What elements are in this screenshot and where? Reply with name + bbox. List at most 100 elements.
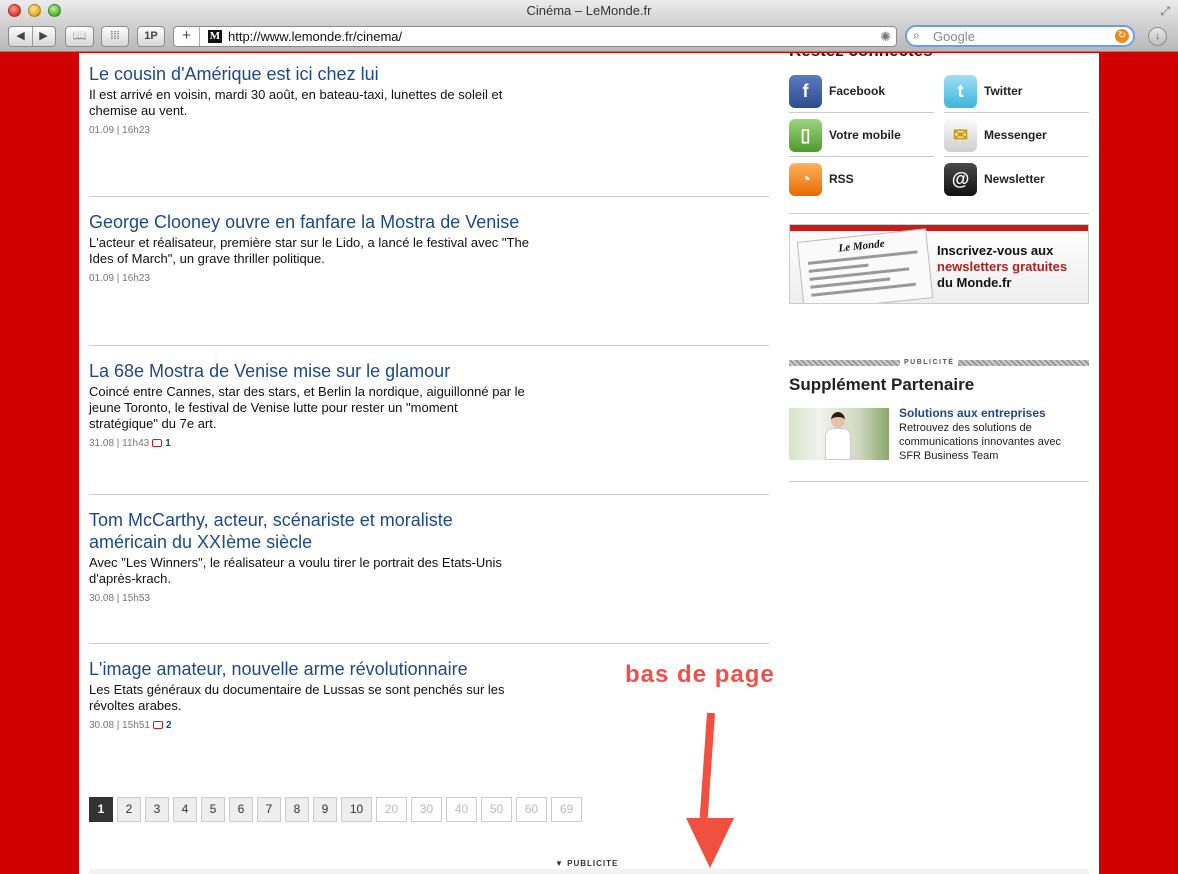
social-label: Newsletter bbox=[984, 172, 1045, 186]
article-divider bbox=[89, 494, 769, 495]
social-messenger-link[interactable]: ✉ Messenger bbox=[944, 113, 1089, 157]
comment-count[interactable]: 1 bbox=[165, 438, 171, 449]
social-twitter-link[interactable]: t Twitter bbox=[944, 69, 1089, 113]
annotation-text: bas de page bbox=[625, 661, 775, 688]
rss-icon: ◔ bbox=[789, 163, 822, 196]
page-link[interactable]: 8 bbox=[285, 797, 309, 822]
page-link[interactable]: 10 bbox=[341, 797, 372, 822]
page-link[interactable]: 9 bbox=[313, 797, 337, 822]
banner-line-3: du Monde.fr bbox=[937, 275, 1012, 290]
top-sites-button[interactable]: ⁞⁞⁞ bbox=[101, 26, 129, 47]
back-button[interactable]: ◀ bbox=[10, 27, 32, 46]
supplement-image[interactable] bbox=[789, 408, 889, 460]
sidebar-divider bbox=[789, 213, 1089, 214]
search-icon[interactable]: ⌕ bbox=[913, 28, 920, 43]
article-meta: 01.09 | 16h23 bbox=[89, 125, 769, 136]
page-link[interactable]: 60 bbox=[516, 797, 547, 822]
publicite-label: PUBLICITÉ bbox=[900, 359, 959, 366]
article-date: 01.09 | 16h23 bbox=[89, 125, 150, 136]
downloads-icon[interactable]: ↓ bbox=[1148, 27, 1167, 46]
page-link[interactable]: 3 bbox=[145, 797, 169, 822]
article-item: Le cousin d'Amérique est ici chez lui Il… bbox=[89, 63, 769, 136]
comment-icon[interactable] bbox=[152, 439, 163, 447]
twitter-icon: t bbox=[944, 75, 977, 108]
page-link[interactable]: 50 bbox=[481, 797, 512, 822]
page-link[interactable]: 69 bbox=[551, 797, 582, 822]
supplement-text: Retrouvez des solutions de communication… bbox=[899, 422, 1062, 462]
page-link[interactable]: 5 bbox=[201, 797, 225, 822]
web-page: Le cousin d'Amérique est ici chez lui Il… bbox=[79, 53, 1099, 874]
article-title[interactable]: La 68e Mostra de Venise mise sur le glam… bbox=[89, 360, 529, 382]
article-divider bbox=[89, 196, 769, 197]
social-label: RSS bbox=[829, 172, 854, 186]
article-title[interactable]: L'image amateur, nouvelle arme révolutio… bbox=[89, 658, 529, 680]
article-item: Tom McCarthy, acteur, scénariste et mora… bbox=[89, 509, 769, 604]
supplement-title: Supplément Partenaire bbox=[789, 375, 975, 394]
ad-banner-edge bbox=[89, 869, 1089, 874]
article-summary: Il est arrivé en voisin, mardi 30 août, … bbox=[89, 87, 503, 118]
newspaper-illustration: Le Monde bbox=[796, 228, 934, 303]
page-link[interactable]: 20 bbox=[376, 797, 407, 822]
mobile-phone-icon: ▯ bbox=[789, 119, 822, 152]
social-mobile-link[interactable]: ▯ Votre mobile bbox=[789, 113, 934, 157]
newsletter-banner[interactable]: Le Monde Inscrivez-vous aux newsletters … bbox=[789, 224, 1089, 304]
article-title[interactable]: George Clooney ouvre en fanfare la Mostr… bbox=[89, 211, 529, 233]
url-text[interactable]: http://www.lemonde.fr/cinema/ bbox=[228, 29, 402, 44]
comment-icon[interactable] bbox=[153, 721, 163, 729]
address-bar[interactable]: + M http://www.lemonde.fr/cinema/ ✺ bbox=[173, 26, 897, 47]
page-link[interactable]: 40 bbox=[446, 797, 477, 822]
article-date: 31.08 | 11h43 bbox=[89, 438, 150, 449]
article-summary: Avec "Les Winners", le réalisateur a vou… bbox=[89, 555, 502, 586]
back-forward-buttons: ◀ ▶ bbox=[8, 26, 56, 47]
article-meta: 30.08 | 15h51 2 bbox=[89, 720, 769, 731]
social-label: Facebook bbox=[829, 84, 886, 98]
social-facebook-link[interactable]: f Facebook bbox=[789, 69, 934, 113]
search-input[interactable]: Google bbox=[933, 29, 975, 44]
newspaper-logo: Le Monde bbox=[837, 237, 886, 255]
article-item: La 68e Mostra de Venise mise sur le glam… bbox=[89, 360, 769, 449]
article-summary: Les Etats généraux du documentaire de Lu… bbox=[89, 682, 505, 713]
article-meta: 30.08 | 15h53 bbox=[89, 593, 769, 604]
onepassword-button[interactable]: 1P bbox=[137, 26, 165, 47]
page-link[interactable]: 6 bbox=[229, 797, 253, 822]
loading-spinner-icon[interactable]: ✺ bbox=[880, 29, 891, 45]
article-summary: Coincé entre Cannes, star des stars, et … bbox=[89, 384, 525, 431]
zoom-window-button[interactable] bbox=[48, 4, 61, 17]
grid-icon: ⁞⁞⁞ bbox=[110, 30, 120, 42]
sidebar-title: Restez connectés bbox=[789, 53, 933, 61]
article-title[interactable]: Tom McCarthy, acteur, scénariste et mora… bbox=[89, 509, 529, 553]
fullscreen-icon[interactable]: ⤢ bbox=[1160, 4, 1170, 18]
title-bar: Cinéma – LeMonde.fr ⤢ bbox=[0, 0, 1178, 22]
article-divider bbox=[89, 643, 769, 644]
close-window-button[interactable] bbox=[8, 4, 21, 17]
social-label: Messenger bbox=[984, 128, 1047, 142]
supplement-link[interactable]: Solutions aux entreprises bbox=[899, 406, 1046, 420]
page-link[interactable]: 4 bbox=[173, 797, 197, 822]
article-date: 01.09 | 16h23 bbox=[89, 273, 150, 284]
article-meta: 31.08 | 11h43 1 bbox=[89, 438, 769, 449]
page-link[interactable]: 1 bbox=[89, 797, 113, 822]
facebook-icon: f bbox=[789, 75, 822, 108]
page-link[interactable]: 2 bbox=[117, 797, 141, 822]
page-link[interactable]: 7 bbox=[257, 797, 281, 822]
bookmarks-button[interactable]: 📖 bbox=[65, 26, 94, 47]
page-link[interactable]: 30 bbox=[411, 797, 442, 822]
forward-button[interactable]: ▶ bbox=[33, 27, 55, 46]
social-label: Twitter bbox=[984, 84, 1023, 98]
banner-line-2: newsletters gratuites bbox=[937, 259, 1068, 274]
minimize-window-button[interactable] bbox=[28, 4, 41, 17]
person-illustration bbox=[825, 412, 851, 460]
article-title[interactable]: Le cousin d'Amérique est ici chez lui bbox=[89, 63, 529, 85]
article-item: George Clooney ouvre en fanfare la Mostr… bbox=[89, 211, 769, 284]
social-rss-link[interactable]: ◔ RSS bbox=[789, 157, 934, 201]
search-snapback-icon[interactable]: ↻ bbox=[1115, 29, 1129, 43]
browser-toolbar: ◀ ▶ 📖 ⁞⁞⁞ 1P + M http://www.lemonde.fr/ci… bbox=[0, 22, 1178, 52]
social-newsletter-link[interactable]: @ Newsletter bbox=[944, 157, 1089, 201]
add-bookmark-button[interactable]: + bbox=[174, 27, 200, 46]
article-date: 30.08 | 15h53 bbox=[89, 593, 150, 604]
annotation-arrow-head bbox=[686, 818, 734, 868]
messenger-icon: ✉ bbox=[944, 119, 977, 152]
comment-count[interactable]: 2 bbox=[166, 720, 172, 731]
search-field[interactable]: ⌕ Google ↻ bbox=[905, 25, 1135, 47]
window-title: Cinéma – LeMonde.fr bbox=[526, 3, 652, 18]
